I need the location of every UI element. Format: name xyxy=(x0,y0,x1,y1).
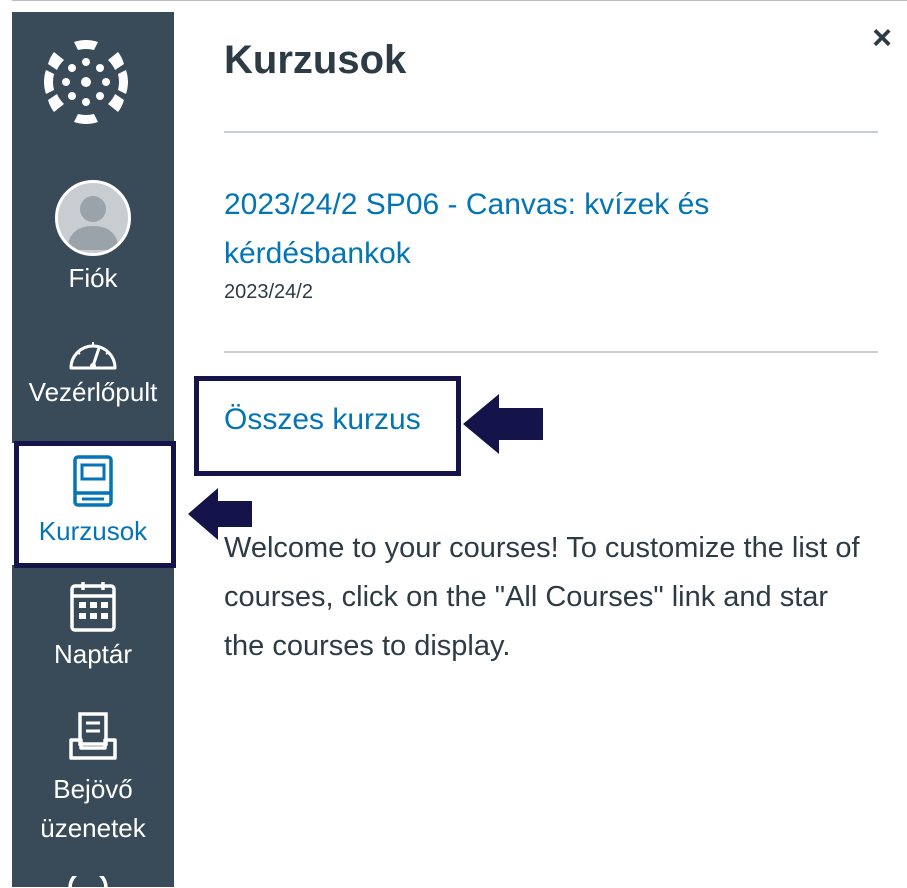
nav-item-inbox[interactable]: Bejövő üzenetek xyxy=(12,712,174,848)
annotation-arrow-icon xyxy=(463,394,543,454)
all-courses-link[interactable]: Összes kurzus xyxy=(224,403,421,437)
close-tray-button[interactable]: × xyxy=(862,18,902,58)
avatar-icon xyxy=(55,180,131,256)
nav-item-label: Bejövő üzenetek xyxy=(40,774,146,843)
nav-item-label: Fiók xyxy=(68,263,118,293)
nav-item-label: Naptár xyxy=(53,639,133,669)
left-margin xyxy=(0,0,12,887)
nav-item-calendar[interactable]: Naptár xyxy=(12,580,174,674)
course-term: 2023/24/2 xyxy=(224,281,313,303)
nav-item-courses[interactable]: Kurzusok xyxy=(12,443,174,565)
nav-item-dashboard[interactable]: Vezérlőpult xyxy=(12,334,174,412)
dashboard-gauge-icon xyxy=(69,342,117,370)
inbox-icon xyxy=(69,712,117,760)
course-link[interactable]: 2023/24/2 SP06 - Canvas: kvízek és kérdé… xyxy=(224,180,864,278)
divider xyxy=(224,351,878,353)
book-icon xyxy=(73,455,113,507)
calendar-icon xyxy=(70,582,116,632)
nav-item-account[interactable]: Fiók xyxy=(12,180,174,298)
help-icon[interactable] xyxy=(66,876,110,888)
welcome-message: Welcome to your courses! To customize th… xyxy=(224,532,860,662)
tray-title: Kurzusok xyxy=(224,38,407,82)
canvas-logo-icon[interactable] xyxy=(40,36,132,128)
divider xyxy=(224,131,878,133)
nav-item-label: Vezérlőpult xyxy=(28,377,158,407)
nav-item-label: Kurzusok xyxy=(38,516,148,546)
